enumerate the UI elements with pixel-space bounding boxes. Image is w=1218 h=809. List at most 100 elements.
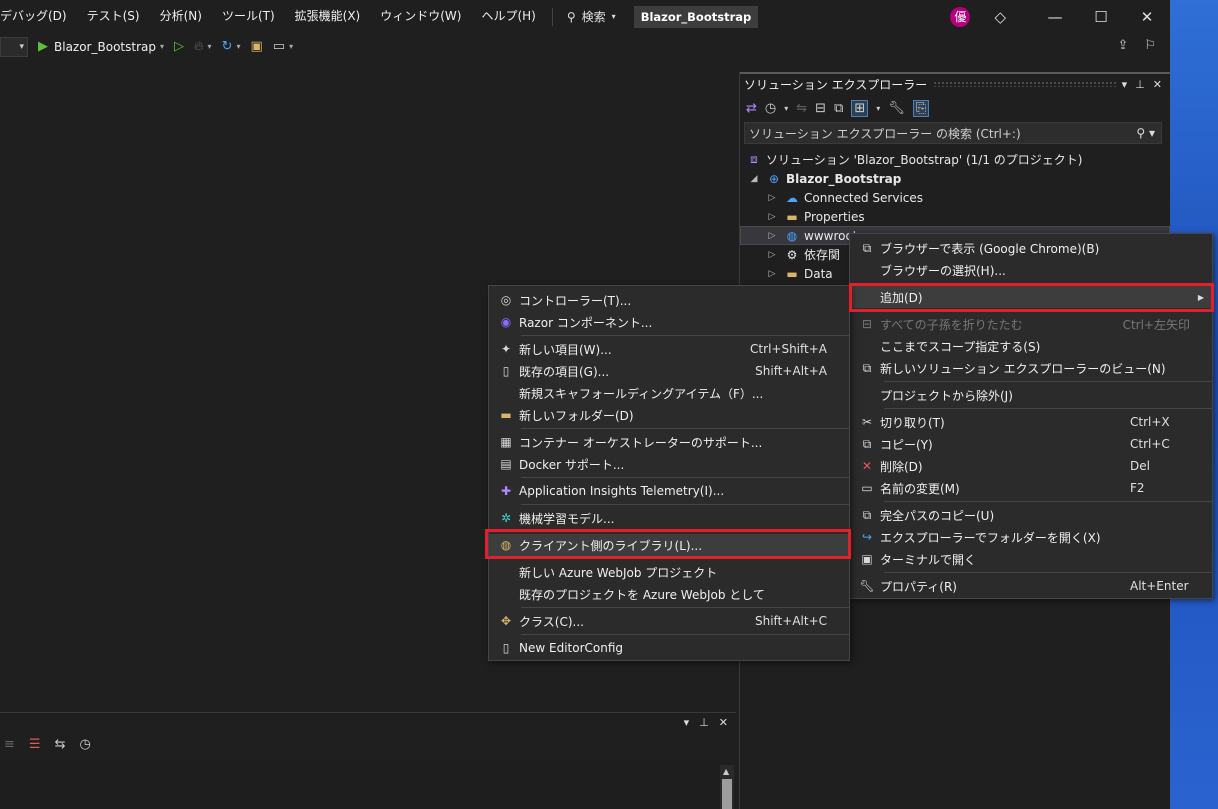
submenu-existing-as-webjob[interactable]: 既存のプロジェクトを Azure WebJob として [489, 583, 849, 605]
menu-copy-full-path[interactable]: ⧉ 完全パスのコピー(U) [850, 504, 1212, 526]
gem-icon[interactable]: ◇ [994, 8, 1006, 26]
menu-separator [884, 283, 1212, 284]
add-submenu: ◎ コントローラー(T)... ◉ Razor コンポーネント... ✦ 新しい… [488, 285, 850, 661]
browse-folder-icon[interactable]: ▣ [250, 39, 262, 54]
menu-open-in-explorer[interactable]: ↪ エクスプローラーでフォルダーを開く(X) [850, 526, 1212, 548]
menu-new-se-view[interactable]: ⧉ 新しいソリューション エクスプローラーのビュー(N) [850, 357, 1212, 379]
collapse-all-icon[interactable]: ⊟ [815, 101, 826, 116]
scroll-up-icon[interactable]: ▲ [723, 767, 729, 776]
tree-row-properties[interactable]: ▷ ▬ Properties [740, 207, 1170, 226]
menu-help[interactable]: ヘルプ(H) [471, 0, 545, 33]
search-icon[interactable]: ⚲ ▾ [1136, 126, 1155, 140]
se-close-icon[interactable]: ✕ [1153, 78, 1162, 91]
config-dropdown[interactable]: ▾ [0, 36, 28, 57]
menu-extensions[interactable]: 拡張機能(X) [285, 0, 371, 33]
submenu-razor-component[interactable]: ◉ Razor コンポーネント... [489, 311, 849, 333]
menu-rename[interactable]: ▭ 名前の変更(M) F2 [850, 477, 1212, 499]
pending-dropdown-icon[interactable]: ▾ [784, 104, 788, 113]
hot-reload-icon[interactable]: 🔥︎ [194, 39, 204, 54]
submenu-scaffolded-item[interactable]: 新規スキャフォールディングアイテム（F）... [489, 382, 849, 404]
se-pin-icon[interactable]: ⊥ [1135, 78, 1145, 91]
collapsed-arrow-icon[interactable]: ▷ [766, 269, 778, 279]
expanded-arrow-icon[interactable]: ◢ [748, 174, 760, 184]
avatar[interactable]: 優 [950, 6, 971, 27]
submenu-new-azure-webjob[interactable]: 新しい Azure WebJob プロジェクト [489, 561, 849, 583]
window-layout-icon[interactable]: ▭ [273, 39, 285, 54]
menu-tools[interactable]: ツール(T) [212, 0, 285, 33]
menu-scope-to-this[interactable]: ここまでスコープ指定する(S) [850, 335, 1212, 357]
submenu-container-orchestrator[interactable]: ▦ コンテナー オーケストレーターのサポート... [489, 431, 849, 453]
refresh-icon[interactable]: ↻ [222, 39, 233, 54]
clock-icon[interactable]: ◷ [79, 737, 90, 752]
collapsed-arrow-icon[interactable]: ▷ [766, 212, 778, 222]
submenu-class[interactable]: ✥ クラス(C)... Shift+Alt+C [489, 610, 849, 632]
tree-row-solution[interactable]: ⧈ ソリューション 'Blazor_Bootstrap' (1/1 のプロジェク… [740, 150, 1170, 169]
filter-icon[interactable]: ⊞ [851, 99, 869, 117]
tree-row-connected-services[interactable]: ▷ ☁ Connected Services [740, 188, 1170, 207]
start-without-debugging-icon[interactable]: ▷ [174, 39, 184, 54]
menu-view-in-browser[interactable]: ⧉ ブラウザーで表示 (Google Chrome)(B) [850, 237, 1212, 259]
menu-delete[interactable]: ✕ 削除(D) Del [850, 455, 1212, 477]
hot-reload-dropdown-icon[interactable]: ▾ [208, 42, 212, 51]
preview-selected-icon[interactable]: ⎘ [912, 99, 930, 117]
pending-changes-icon[interactable]: ◷ [765, 101, 776, 116]
tree-label: Blazor_Bootstrap [786, 171, 902, 186]
clear-all-icon[interactable]: ☰ [29, 737, 41, 752]
solution-explorer-search[interactable]: ソリューション エクスプローラー の検索 (Ctrl+:) ⚲ ▾ [744, 122, 1162, 144]
indent-icon[interactable]: ≡ [4, 737, 15, 752]
tree-row-project[interactable]: ◢ ⊕ Blazor_Bootstrap [740, 169, 1170, 188]
minimize-button[interactable]: — [1032, 8, 1078, 26]
menu-debug[interactable]: デバッグ(D) [0, 0, 77, 33]
panel-scrollbar[interactable]: ▲ [720, 765, 734, 809]
run-target-label[interactable]: Blazor_Bootstrap [54, 40, 156, 54]
run-target-dropdown-icon[interactable]: ▾ [160, 42, 164, 51]
menu-test[interactable]: テスト(S) [77, 0, 150, 33]
menu-separator [521, 504, 849, 505]
submenu-app-insights[interactable]: ✚ Application Insights Telemetry(I)... [489, 480, 849, 502]
submenu-new-editorconfig[interactable]: ▯ New EditorConfig [489, 637, 849, 659]
submenu-new-item[interactable]: ✦ 新しい項目(W)... Ctrl+Shift+A [489, 338, 849, 360]
panel-close-icon[interactable]: ✕ [719, 716, 728, 729]
submenu-ml-model[interactable]: ✲ 機械学習モデル... [489, 507, 849, 529]
menu-window[interactable]: ウィンドウ(W) [370, 0, 471, 33]
collapsed-arrow-icon[interactable]: ▷ [766, 250, 778, 260]
submenu-existing-item[interactable]: ▯ 既存の項目(G)... Shift+Alt+A [489, 360, 849, 382]
submenu-docker-support[interactable]: ▤ Docker サポート... [489, 453, 849, 475]
menu-browse-with[interactable]: ブラウザーの選択(H)... [850, 259, 1212, 281]
menu-analyze[interactable]: 分析(N) [150, 0, 212, 33]
submenu-controller[interactable]: ◎ コントローラー(T)... [489, 289, 849, 311]
share-icon[interactable]: ⇪ [1117, 38, 1128, 53]
menu-cut[interactable]: ✂ 切り取り(T) Ctrl+X [850, 411, 1212, 433]
menu-separator [884, 310, 1212, 311]
menu-add[interactable]: 追加(D) ▶ [850, 286, 1212, 308]
switch-views-icon[interactable]: ⇄ [746, 101, 757, 116]
menu-copy[interactable]: ⧉ コピー(Y) Ctrl+C [850, 433, 1212, 455]
menu-open-in-terminal[interactable]: ▣ ターミナルで開く [850, 548, 1212, 570]
panel-dropdown-icon[interactable]: ▾ [684, 716, 690, 729]
refresh-dropdown-icon[interactable]: ▾ [236, 42, 240, 51]
start-debugging-icon[interactable]: ▶ [38, 39, 48, 54]
menu-collapse-descendants[interactable]: ⊟ すべての子孫を折りたたむ Ctrl+左矢印 [850, 313, 1212, 335]
feedback-icon[interactable]: ⚐ [1144, 38, 1156, 53]
filter-dropdown-icon[interactable]: ▾ [876, 104, 880, 113]
collapsed-arrow-icon[interactable]: ▷ [766, 231, 778, 241]
menu-properties[interactable]: 🔧︎ プロパティ(R) Alt+Enter [850, 575, 1212, 597]
sync-icon[interactable]: ⇋ [796, 101, 807, 116]
layout-dropdown-icon[interactable]: ▾ [289, 42, 293, 51]
menu-exclude-from-project[interactable]: プロジェクトから除外(J) [850, 384, 1212, 406]
submenu-new-folder[interactable]: ▬ 新しいフォルダー(D) [489, 404, 849, 426]
submenu-client-side-library[interactable]: ◍ クライアント側のライブラリ(L)... [489, 534, 849, 556]
razor-icon: ◉ [500, 315, 512, 329]
show-all-files-icon[interactable]: ⧉ [834, 101, 843, 116]
scrollbar-thumb[interactable] [722, 779, 732, 809]
search-button[interactable]: ⚲ 検索 ▾ [559, 0, 624, 33]
se-dropdown-icon[interactable]: ▾ [1122, 78, 1128, 91]
collapsed-arrow-icon[interactable]: ▷ [766, 193, 778, 203]
window-controls: 優 ◇ — ☐ ✕ [950, 0, 1170, 33]
pin-icon[interactable]: ⊥ [699, 716, 709, 729]
word-wrap-icon[interactable]: ⇆ [55, 737, 66, 752]
maximize-button[interactable]: ☐ [1078, 8, 1124, 26]
close-button[interactable]: ✕ [1124, 8, 1170, 26]
properties-wrench-icon[interactable]: 🔧︎ [888, 101, 905, 116]
search-label: 検索 [581, 10, 606, 24]
